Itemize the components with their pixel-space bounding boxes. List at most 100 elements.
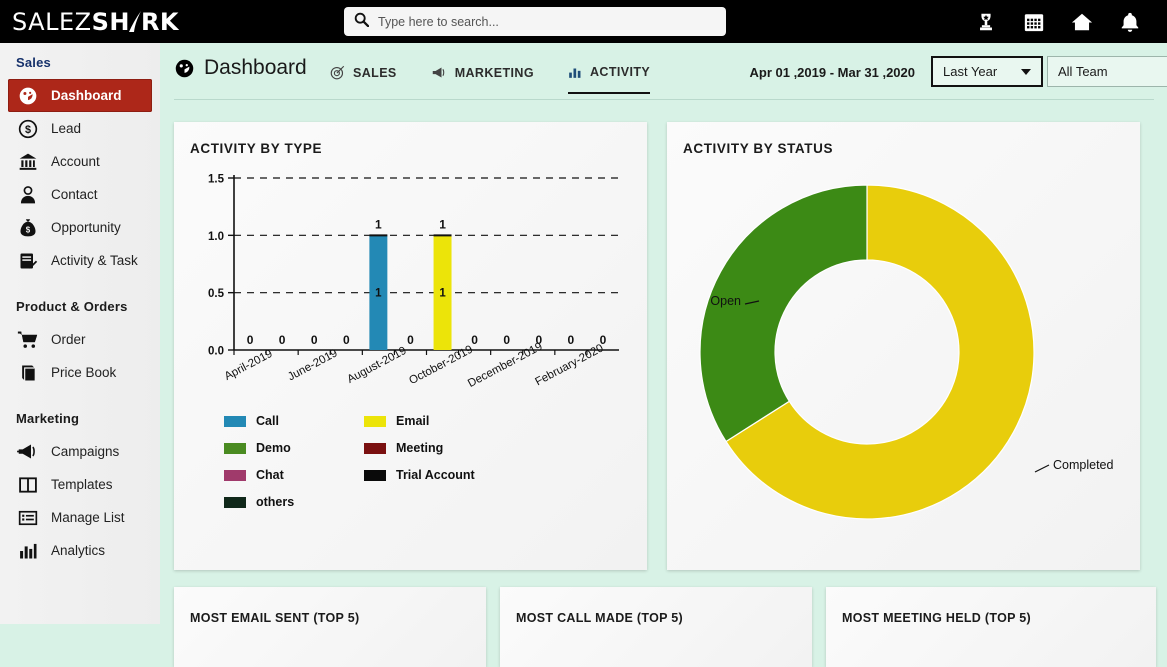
activity-by-type-panel: ACTIVITY BY TYPE 0.0 0.5 1.0 1.5 1 1 1 1 0 April-… — [174, 122, 647, 570]
svg-text:0: 0 — [568, 333, 575, 347]
sidebar-item-label: Campaigns — [51, 444, 120, 459]
sidebar-item-activity-task[interactable]: Activity & Task — [8, 244, 152, 277]
person-icon — [17, 184, 38, 205]
svg-text:1: 1 — [439, 217, 446, 231]
sidebar-item-label: Opportunity — [51, 220, 121, 235]
legend-label: Trial Account — [396, 468, 475, 482]
megaphone-icon — [431, 65, 447, 80]
task-note-icon — [17, 250, 38, 271]
legend-item[interactable]: Call — [224, 414, 364, 428]
svg-text:August-2019: August-2019 — [345, 345, 408, 386]
legend-swatch — [224, 496, 246, 508]
sidebar-item-lead[interactable]: $ Lead — [8, 112, 152, 145]
sidebar-item-opportunity[interactable]: $ Opportunity — [8, 211, 152, 244]
legend-item[interactable]: others — [224, 495, 364, 509]
top-bar: SALEZSH RK — [0, 0, 1167, 43]
columns-icon — [17, 474, 38, 495]
svg-text:June-2019: June-2019 — [286, 347, 340, 383]
logo-text-rk: RK — [140, 7, 180, 36]
sidebar-item-dashboard[interactable]: Dashboard — [8, 79, 152, 112]
legend-swatch — [364, 442, 386, 454]
team-select-value: All Team — [1058, 64, 1108, 79]
period-select[interactable]: Last Year — [931, 56, 1043, 87]
legend-label: others — [256, 495, 295, 509]
sidebar-item-contact[interactable]: Contact — [8, 178, 152, 211]
most-meeting-held-title: MOST MEETING HELD (TOP 5) — [842, 611, 1031, 625]
legend-swatch — [364, 469, 386, 481]
dashboard-tabs: SALES MARKETING ACTIVITY — [330, 65, 651, 94]
svg-text:0.5: 0.5 — [208, 288, 225, 300]
legend-swatch — [224, 469, 246, 481]
list-icon — [17, 507, 38, 528]
home-icon[interactable] — [1071, 11, 1093, 33]
legend-label: Demo — [256, 441, 291, 455]
svg-text:Completed: Completed — [1053, 458, 1113, 472]
sidebar-item-label: Templates — [51, 477, 113, 492]
sidebar-item-price-book[interactable]: Price Book — [8, 356, 152, 389]
sidebar-section-sales: Sales — [16, 55, 51, 70]
sidebar-item-label: Price Book — [51, 365, 117, 380]
bar-chart-icon — [17, 540, 38, 561]
sidebar-item-templates[interactable]: Templates — [8, 468, 152, 501]
svg-text:1.5: 1.5 — [208, 174, 225, 186]
bar-chart-icon — [568, 65, 582, 79]
legend-item[interactable]: Meeting — [364, 441, 524, 455]
team-select[interactable]: All Team — [1047, 56, 1167, 87]
svg-text:0: 0 — [247, 333, 254, 347]
chevron-down-icon — [1021, 68, 1031, 75]
legend-label: Call — [256, 414, 279, 428]
trophy-icon[interactable] — [975, 11, 997, 33]
tab-label: SALES — [353, 65, 397, 80]
legend-item[interactable]: Chat — [224, 468, 364, 482]
legend-label: Chat — [256, 468, 284, 482]
tab-label: ACTIVITY — [589, 65, 651, 79]
sidebar-item-campaigns[interactable]: Campaigns — [8, 435, 152, 468]
tab-sales[interactable]: SALES — [330, 65, 397, 93]
date-range-label: Apr 01 ,2019 - Mar 31 ,2020 — [749, 65, 916, 80]
svg-text:0: 0 — [407, 333, 414, 347]
sidebar-item-label: Contact — [51, 187, 98, 202]
most-call-made-title: MOST CALL MADE (TOP 5) — [516, 611, 684, 625]
svg-text:Open: Open — [710, 294, 741, 308]
main-content: Dashboard SALES MARKETING ACTIVITY Apr 0… — [160, 43, 1167, 667]
sidebar: Sales Dashboard $ Lead Account Contact $… — [0, 43, 160, 624]
svg-text:$: $ — [24, 124, 30, 136]
sidebar-item-label: Analytics — [51, 543, 106, 558]
sidebar-item-manage-list[interactable]: Manage List — [8, 501, 152, 534]
sidebar-item-account[interactable]: Account — [8, 145, 152, 178]
top-bar-actions — [975, 0, 1157, 43]
legend-item[interactable]: Demo — [224, 441, 364, 455]
page-header: Dashboard SALES MARKETING ACTIVITY Apr 0… — [160, 43, 1167, 100]
target-icon — [330, 65, 345, 80]
period-select-value: Last Year — [943, 64, 998, 79]
svg-text:$: $ — [25, 225, 30, 234]
sidebar-item-label: Dashboard — [51, 88, 122, 103]
svg-text:0: 0 — [535, 333, 542, 347]
sidebar-section-marketing: Marketing — [16, 411, 80, 426]
activity-by-type-chart: 0.00.51.01.511110April-20190 0June-20190A… — [208, 174, 619, 390]
legend-item[interactable]: Trial Account — [364, 468, 524, 482]
svg-text:0: 0 — [343, 333, 350, 347]
most-meeting-held-panel: MOST MEETING HELD (TOP 5) — [826, 587, 1156, 667]
page-title: Dashboard — [174, 56, 307, 80]
svg-text:0: 0 — [503, 333, 510, 347]
logo-text-salez: SALEZ — [12, 7, 92, 36]
legend-label: Email — [396, 414, 430, 428]
logo-text-sh: SH — [91, 7, 130, 36]
activity-by-status-panel: ACTIVITY BY STATUS Completed Open — [667, 122, 1140, 570]
cart-icon — [17, 329, 38, 350]
legend-item[interactable]: Email — [364, 414, 524, 428]
tab-marketing[interactable]: MARKETING — [431, 65, 534, 93]
tab-activity[interactable]: ACTIVITY — [567, 65, 651, 94]
app-logo[interactable]: SALEZSH RK — [12, 8, 179, 36]
sidebar-item-label: Lead — [51, 121, 82, 136]
calendar-icon[interactable] — [1023, 11, 1045, 33]
sidebar-item-order[interactable]: Order — [8, 323, 152, 356]
sidebar-item-analytics[interactable]: Analytics — [8, 534, 152, 567]
bell-icon[interactable] — [1119, 11, 1141, 33]
activity-by-type-legend: Call Email Demo Meeting Chat Trial Account oth… — [224, 414, 544, 509]
most-email-sent-title: MOST EMAIL SENT (TOP 5) — [190, 611, 360, 625]
sidebar-item-label: Account — [51, 154, 100, 169]
global-search[interactable] — [344, 7, 726, 36]
search-input[interactable] — [378, 14, 716, 29]
